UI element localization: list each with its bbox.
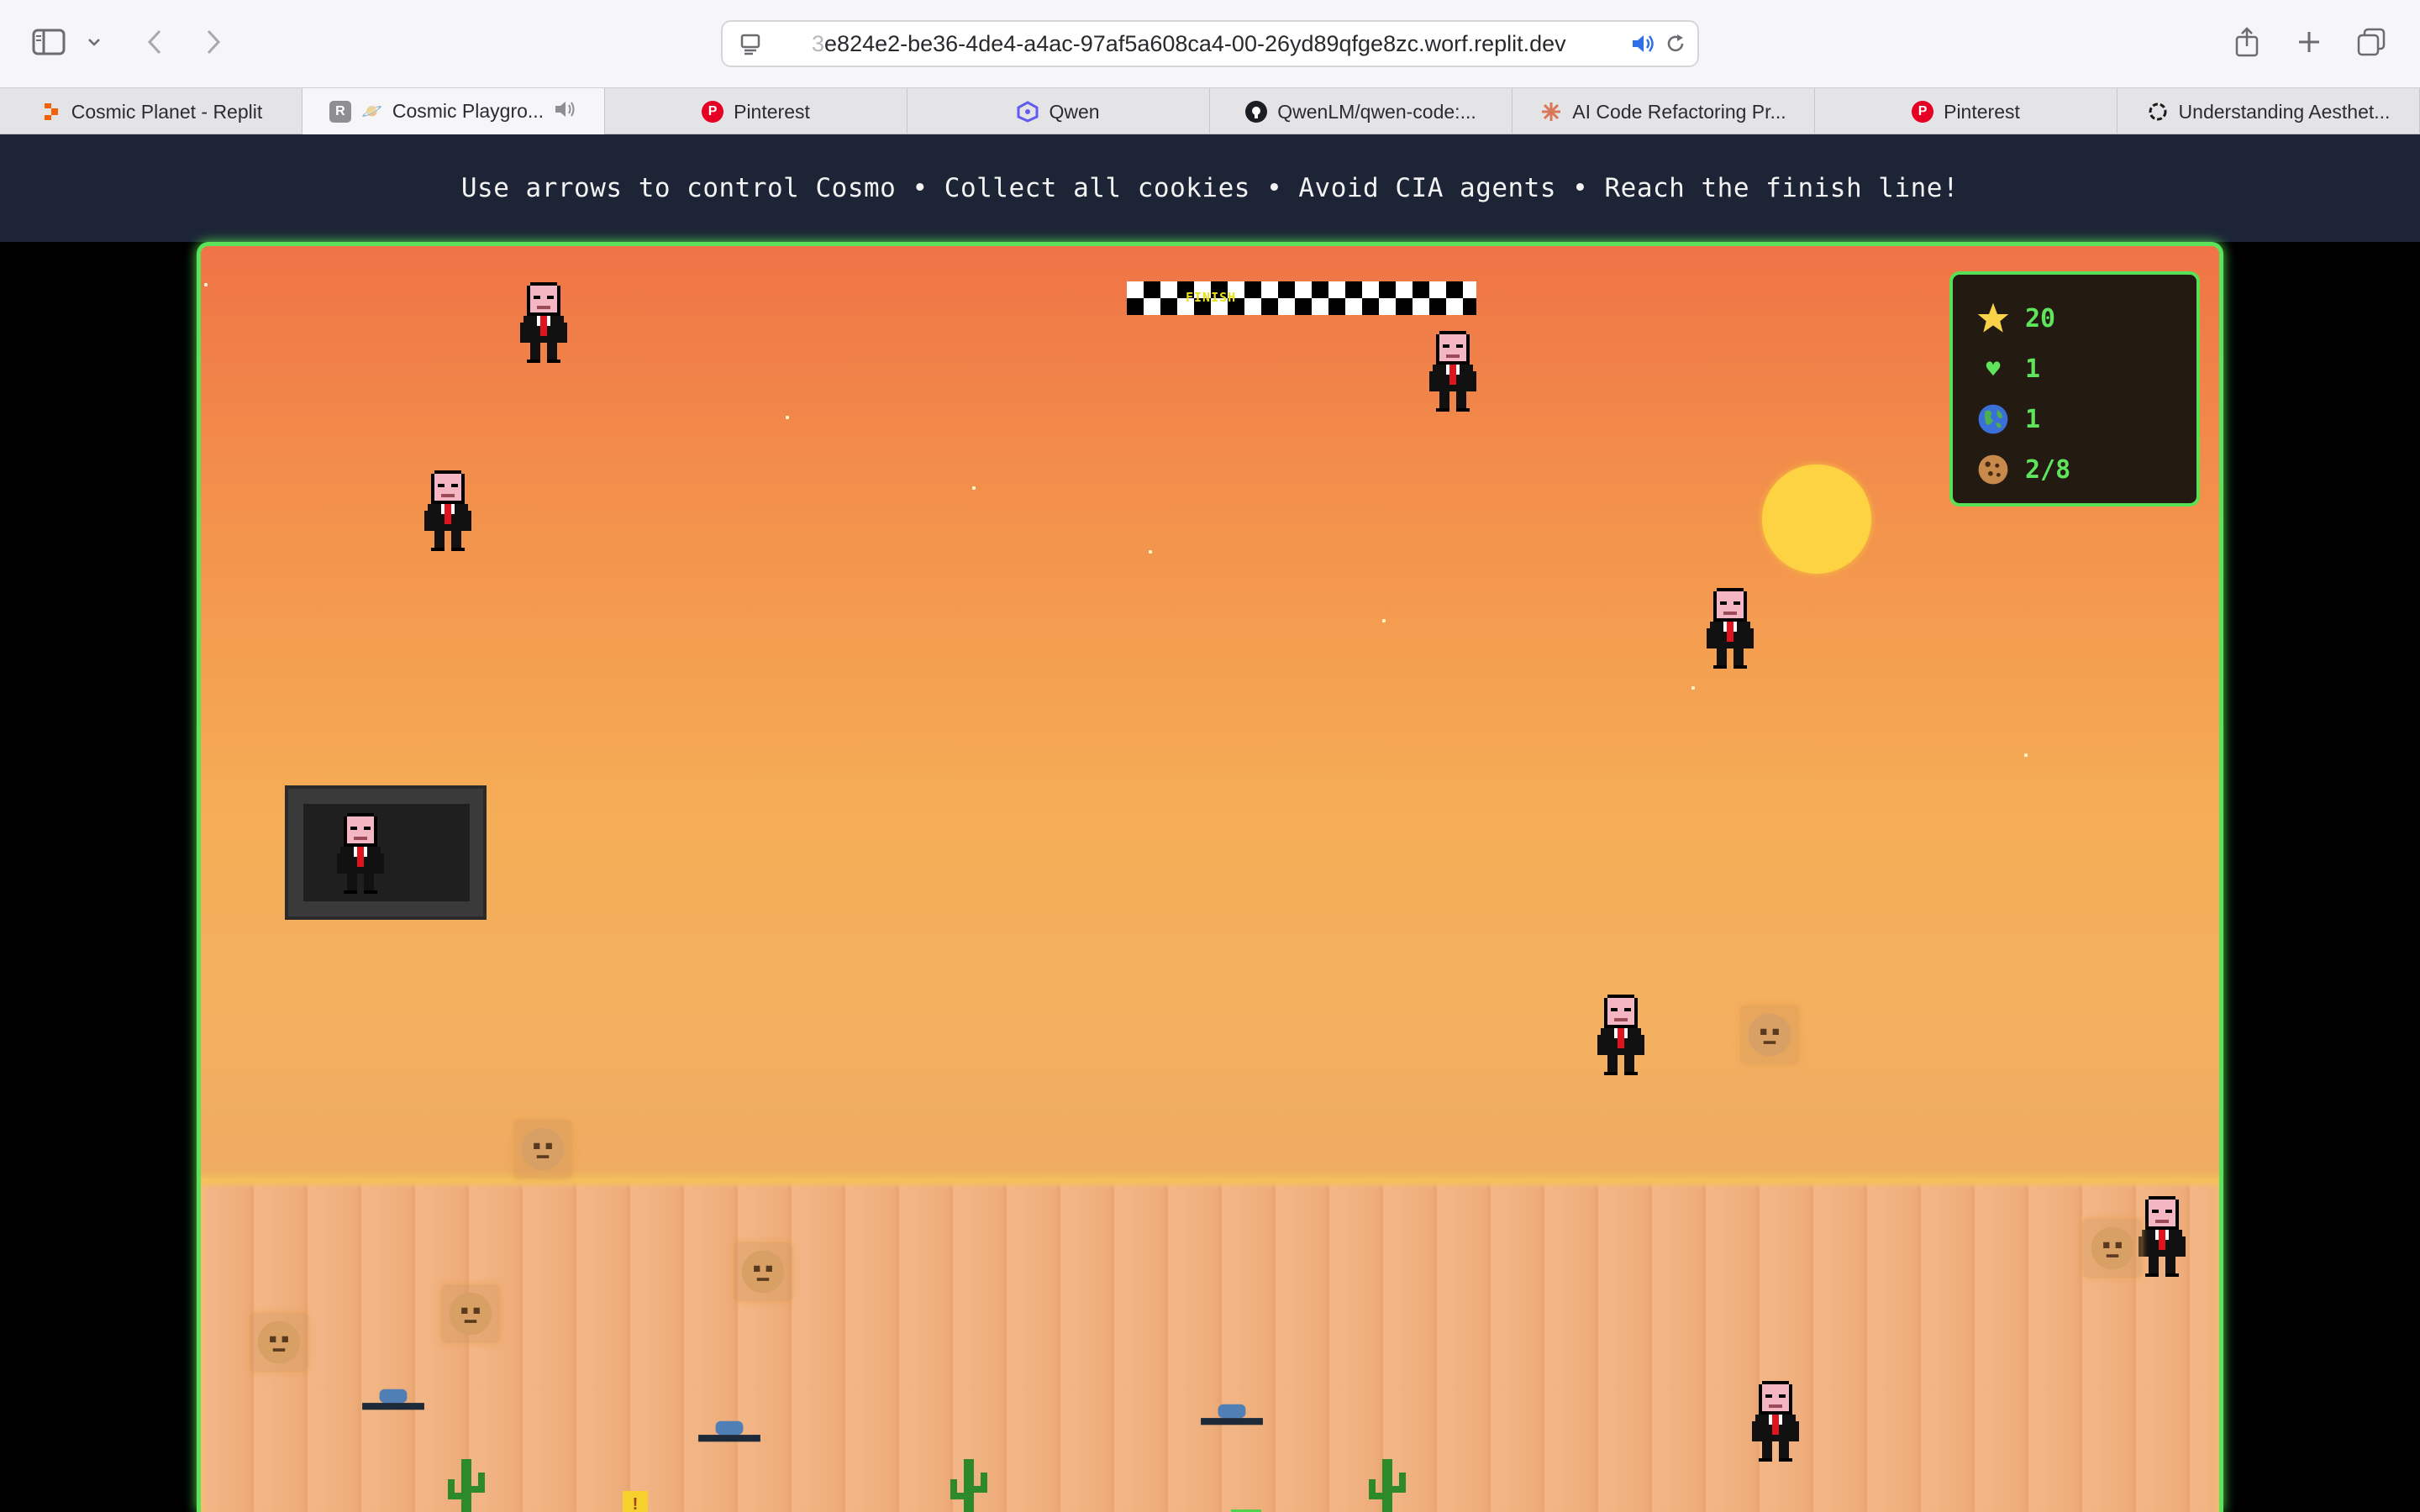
cookie-icon <box>1976 453 2010 486</box>
tab-label: AI Code Refactoring Pr... <box>1572 100 1786 123</box>
warning-sign: ! <box>623 1491 648 1512</box>
sky-star <box>204 283 208 286</box>
hat-icon <box>1201 1404 1263 1425</box>
tab-label: Pinterest <box>734 100 810 123</box>
dark-building <box>285 785 487 920</box>
tab-pinterest-2[interactable]: P Pinterest <box>1815 88 2118 135</box>
share-icon[interactable] <box>2223 18 2270 66</box>
tab-cosmic-playground[interactable]: R 🪐 Cosmic Playgro... <box>302 88 605 135</box>
hat-icon <box>362 1389 424 1410</box>
chevron-down-icon[interactable] <box>79 18 109 66</box>
globe-icon <box>1976 402 2010 436</box>
cactus-icon <box>950 1459 987 1512</box>
sky-star <box>1382 619 1386 622</box>
cia-agent <box>2139 1196 2186 1277</box>
github-icon <box>1245 101 1268 123</box>
cookies-value: 2/8 <box>2025 454 2071 485</box>
sky-star <box>972 486 976 490</box>
sky-star <box>1149 550 1152 554</box>
hud-lives: ♥ 1 <box>1976 344 2173 394</box>
tab-label: Qwen <box>1049 100 1100 123</box>
hat-icon <box>698 1420 760 1442</box>
sidebar-toggle-icon[interactable] <box>25 18 72 66</box>
url-faded-prefix: 3 <box>812 31 825 56</box>
planet-icon: 🪐 <box>360 102 382 121</box>
back-icon[interactable] <box>131 18 178 66</box>
tab-label: Pinterest <box>1944 100 2020 123</box>
cactus-icon <box>448 1459 485 1512</box>
new-tab-icon[interactable] <box>2286 18 2333 66</box>
cookie-icon <box>513 1120 572 1179</box>
tab-ai-code-refactoring[interactable]: AI Code Refactoring Pr... <box>1512 88 1815 135</box>
heart-icon: ♥ <box>1986 354 2001 383</box>
cookie-icon <box>441 1284 500 1343</box>
url-text: 3e824e2-be36-4de4-a4ac-97af5a608ca4-00-2… <box>812 22 1566 66</box>
claude-icon <box>1540 101 1562 123</box>
finish-line: FINISH <box>1127 281 1476 315</box>
openai-icon <box>2147 101 2169 123</box>
tab-understanding-aesthetics[interactable]: Understanding Aesthet... <box>2118 88 2420 135</box>
cactus-icon <box>1369 1459 1406 1512</box>
cookie-icon <box>250 1313 308 1372</box>
sky-star <box>1691 686 1695 690</box>
hud-panel: 20 ♥ 1 1 2/8 <box>1949 271 2200 507</box>
cia-agent <box>1752 1381 1799 1462</box>
tab-cosmic-planet[interactable]: Cosmic Planet - Replit <box>0 88 302 135</box>
desert-horizon <box>201 1170 2219 1189</box>
game-canvas[interactable]: FINISH ! 20 ♥ 1 1 2/8 <box>197 242 2223 1512</box>
page-settings-icon[interactable] <box>739 32 763 60</box>
address-bar[interactable]: 3e824e2-be36-4de4-a4ac-97af5a608ca4-00-2… <box>721 20 1699 67</box>
pinterest-icon: P <box>702 101 724 123</box>
forward-icon[interactable] <box>190 18 237 66</box>
instructions-text: Use arrows to control Cosmo • Collect al… <box>460 173 1960 203</box>
finish-label: FINISH <box>1186 290 1237 305</box>
tab-label: Cosmic Planet - Replit <box>71 100 263 123</box>
tab-bar: Cosmic Planet - Replit R 🪐 Cosmic Playgr… <box>0 87 2420 135</box>
tab-overview-icon[interactable] <box>2348 18 2395 66</box>
speaker-icon[interactable] <box>1630 32 1655 60</box>
hud-cookies: 2/8 <box>1976 444 2173 495</box>
desert-ground <box>201 1179 2219 1512</box>
qwen-icon <box>1017 101 1039 123</box>
tab-qwen[interactable]: Qwen <box>908 88 1210 135</box>
cia-agent <box>1707 588 1754 669</box>
score-value: 20 <box>2025 303 2056 333</box>
cia-agent <box>520 282 567 363</box>
cia-agent <box>337 813 384 894</box>
cookie-icon <box>2083 1219 2142 1278</box>
pinterest-icon: P <box>1912 101 1934 123</box>
reload-icon[interactable] <box>1664 32 1687 60</box>
sky-star <box>2024 753 2028 757</box>
cookie-icon <box>734 1242 792 1301</box>
cia-agent <box>1429 331 1476 412</box>
cia-agent <box>1597 995 1644 1075</box>
cia-agent <box>424 470 471 551</box>
tab-label: Cosmic Playgro... <box>392 100 544 122</box>
hud-level: 1 <box>1976 394 2173 444</box>
level-value: 1 <box>2025 404 2041 434</box>
hud-score: 20 <box>1976 293 2173 344</box>
sky-star <box>786 416 789 419</box>
sun <box>1762 465 1871 574</box>
lives-value: 1 <box>2025 354 2041 384</box>
url-main: e824e2-be36-4de4-a4ac-97af5a608ca4-00-26… <box>824 31 1566 56</box>
tab-label: Understanding Aesthet... <box>2178 100 2391 123</box>
cookie-icon <box>1740 1005 1799 1064</box>
tab-audio-icon[interactable] <box>554 99 577 124</box>
browser-toolbar: 3e824e2-be36-4de4-a4ac-97af5a608ca4-00-2… <box>0 0 2420 87</box>
star-icon <box>1976 302 2010 335</box>
tab-pinterest-1[interactable]: P Pinterest <box>605 88 908 135</box>
replit-icon <box>39 101 61 123</box>
tab-label: QwenLM/qwen-code:... <box>1277 100 1476 123</box>
tab-github-qwen-code[interactable]: QwenLM/qwen-code:... <box>1210 88 1512 135</box>
instructions-banner: Use arrows to control Cosmo • Collect al… <box>0 134 2420 242</box>
replit-r-icon: R <box>329 100 351 123</box>
